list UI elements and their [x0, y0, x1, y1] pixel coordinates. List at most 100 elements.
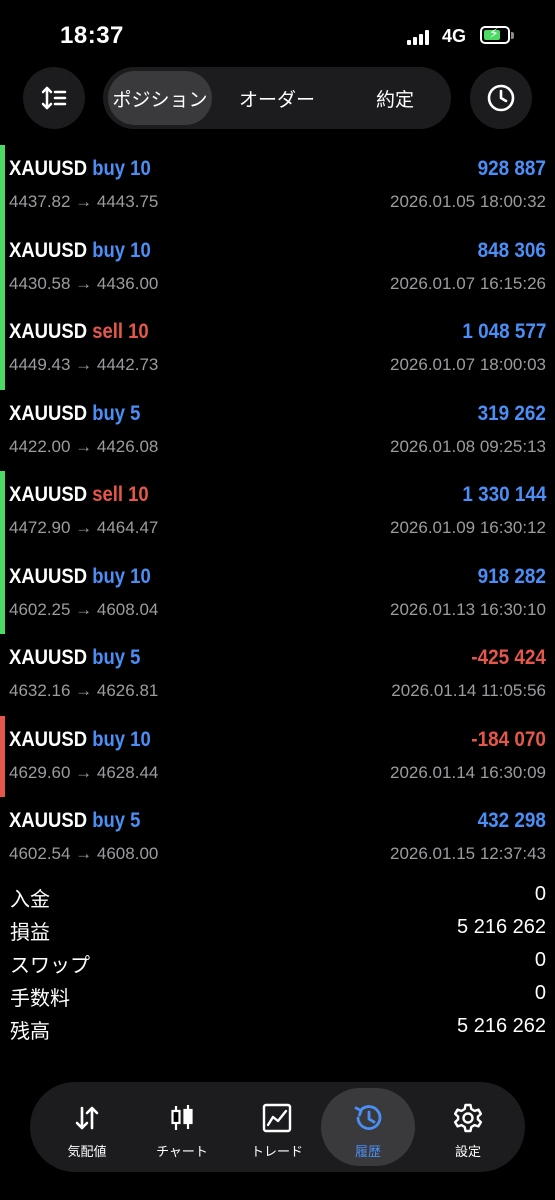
- deal-status-bar: [0, 634, 5, 716]
- deal-prices: 4430.58 → 4436.00: [9, 273, 159, 293]
- deal-prices: 4629.60 → 4628.44: [9, 762, 159, 782]
- deal-symbol-line: XAUUSD sell 10: [9, 320, 149, 344]
- deal-status-bar: [0, 552, 5, 634]
- deal-status-bar: [0, 715, 5, 797]
- battery-tip: [511, 32, 514, 39]
- deal-status-bar: [0, 471, 5, 553]
- tab-segment-control: ポジション オーダー 約定: [103, 67, 451, 129]
- nav-quotes[interactable]: 気配値: [40, 1088, 134, 1166]
- summary-label: 残高: [10, 1021, 50, 1043]
- battery-charging-icon: ⚡: [480, 25, 510, 44]
- deal-side: buy 5: [92, 646, 141, 669]
- deal-side: buy 5: [92, 401, 141, 425]
- deal-profit: -184 070: [471, 727, 546, 751]
- deal-prices: 4632.16 → 4626.81: [9, 681, 159, 700]
- deal-date: 2026.01.09 16:30:12: [390, 518, 546, 537]
- deal-date: 2026.01.14 16:30:09: [390, 762, 546, 782]
- deal-side: sell 10: [92, 483, 149, 506]
- history-list: XAUUSD buy 10 928 887 4437.82 → 4443.75 …: [0, 145, 555, 879]
- summary-row: 残高 5 216 262: [0, 1012, 555, 1045]
- summary-section: 入金 0 損益 5 216 262 スワップ 0 手数料 0 残高 5 216 262: [0, 880, 555, 1045]
- deal-symbol: XAUUSD: [9, 727, 88, 751]
- deal-row[interactable]: XAUUSD buy 5 -425 424 4632.16 → 4626.81 …: [0, 634, 555, 716]
- summary-label: スワップ: [10, 955, 90, 977]
- deal-profit: 848 306: [477, 238, 546, 262]
- deal-row[interactable]: XAUUSD buy 10 848 306 4430.58 → 4436.00 …: [0, 226, 555, 308]
- deal-status-bar: [0, 797, 5, 879]
- network-type: 4G: [442, 26, 467, 46]
- deal-date: 2026.01.13 16:30:10: [390, 599, 546, 619]
- deal-symbol-line: XAUUSD buy 5: [9, 402, 140, 426]
- deal-symbol: XAUUSD: [9, 564, 88, 588]
- deal-profit: 319 262: [477, 401, 546, 425]
- deal-symbol-line: XAUUSD buy 10: [9, 565, 151, 589]
- deal-symbol-line: XAUUSD buy 5: [9, 646, 140, 670]
- nav-history[interactable]: 履歴: [321, 1088, 415, 1166]
- deal-prices: 4602.25 → 4608.04: [9, 599, 159, 619]
- tab-orders[interactable]: オーダー: [225, 71, 329, 125]
- summary-value: 5 216 262: [457, 916, 546, 938]
- status-time: 18:37: [60, 22, 124, 49]
- summary-value: 0: [534, 883, 546, 905]
- deal-date: 2026.01.15 12:37:43: [390, 844, 546, 863]
- deal-side: buy 10: [92, 157, 151, 180]
- deal-status-bar: [0, 145, 5, 227]
- sort-icon: [41, 86, 67, 110]
- summary-value: 0: [534, 982, 546, 1004]
- deal-date: 2026.01.14 11:05:56: [391, 681, 546, 700]
- summary-value: 0: [534, 949, 546, 971]
- summary-row: スワップ 0: [0, 946, 555, 979]
- deal-row[interactable]: XAUUSD buy 10 -184 070 4629.60 → 4628.44…: [0, 715, 555, 797]
- deal-profit: -425 424: [471, 646, 546, 669]
- tab-positions[interactable]: ポジション: [108, 71, 212, 125]
- tab-deals[interactable]: 約定: [343, 71, 447, 125]
- nav-settings[interactable]: 設定: [421, 1088, 515, 1166]
- candlestick-icon: [171, 1105, 193, 1130]
- deal-date: 2026.01.08 09:25:13: [390, 436, 546, 456]
- nav-trade[interactable]: トレード: [230, 1088, 324, 1166]
- deal-symbol: XAUUSD: [9, 238, 88, 262]
- gear-icon: [453, 1103, 483, 1133]
- deal-profit: 928 887: [477, 157, 546, 180]
- status-bar: 18:37 4G ⚡: [0, 0, 555, 70]
- deal-symbol: XAUUSD: [9, 401, 88, 425]
- sort-button[interactable]: [23, 67, 85, 129]
- trade-chart-icon: [262, 1103, 292, 1133]
- bottom-navigation: 気配値 チャート トレード 履歴 設定: [30, 1082, 525, 1172]
- nav-chart[interactable]: チャート: [135, 1088, 229, 1166]
- clock-icon: [487, 84, 515, 112]
- deal-profit: 918 282: [477, 564, 546, 588]
- deal-symbol-line: XAUUSD buy 5: [9, 809, 140, 833]
- deal-date: 2026.01.05 18:00:32: [390, 192, 546, 211]
- deal-symbol-line: XAUUSD sell 10: [9, 483, 149, 507]
- deal-prices: 4422.00 → 4426.08: [9, 436, 159, 456]
- deal-row[interactable]: XAUUSD buy 5 319 262 4422.00 → 4426.08 2…: [0, 390, 555, 472]
- deal-symbol: XAUUSD: [9, 646, 88, 669]
- deal-side: buy 10: [92, 727, 151, 751]
- deal-status-bar: [0, 308, 5, 390]
- deal-side: buy 10: [92, 238, 151, 262]
- deal-row[interactable]: XAUUSD sell 10 1 048 577 4449.43 → 4442.…: [0, 308, 555, 390]
- deal-symbol-line: XAUUSD buy 10: [9, 157, 151, 181]
- deal-row[interactable]: XAUUSD buy 5 432 298 4602.54 → 4608.00 2…: [0, 797, 555, 879]
- deal-date: 2026.01.07 18:00:03: [390, 355, 546, 374]
- summary-row: 手数料 0: [0, 979, 555, 1012]
- deal-prices: 4449.43 → 4442.73: [9, 355, 159, 374]
- signal-strength-icon: [407, 30, 433, 45]
- deal-row[interactable]: XAUUSD buy 10 918 282 4602.25 → 4608.04 …: [0, 552, 555, 634]
- deal-row[interactable]: XAUUSD buy 10 928 887 4437.82 → 4443.75 …: [0, 145, 555, 227]
- period-button[interactable]: [470, 67, 532, 129]
- deal-symbol: XAUUSD: [9, 809, 88, 832]
- deal-status-bar: [0, 390, 5, 472]
- deal-profit: 1 330 144: [461, 483, 546, 506]
- nav-label-quotes: 気配値: [67, 1144, 107, 1159]
- deal-row[interactable]: XAUUSD sell 10 1 330 144 4472.90 → 4464.…: [0, 471, 555, 553]
- deal-side: sell 10: [92, 320, 149, 343]
- summary-row: 入金 0: [0, 880, 555, 913]
- deal-profit: 432 298: [477, 809, 546, 832]
- summary-label: 入金: [10, 889, 50, 911]
- deal-symbol: XAUUSD: [9, 320, 88, 343]
- deal-profit: 1 048 577: [461, 320, 546, 343]
- nav-label-chart: チャート: [156, 1144, 208, 1159]
- quotes-arrows-icon: [75, 1106, 99, 1130]
